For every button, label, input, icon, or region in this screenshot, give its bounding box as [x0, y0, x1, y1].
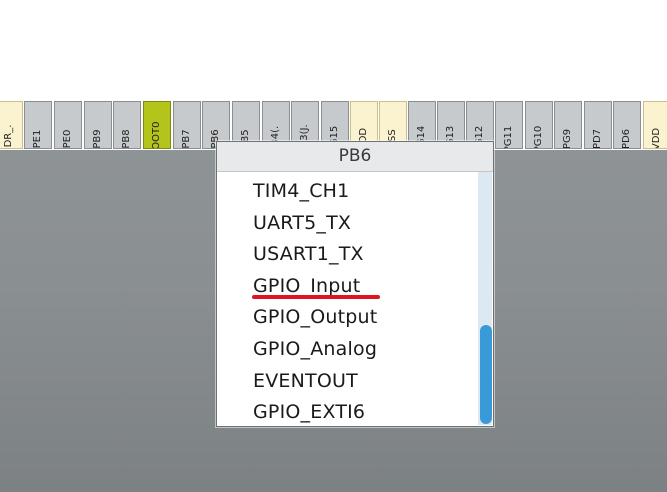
- highlight-underline: [252, 295, 380, 299]
- pin-label: PG9: [562, 128, 573, 149]
- function-item-gpio-analog[interactable]: GPIO_Analog: [253, 334, 377, 364]
- function-item-usart1-tx[interactable]: USART1_TX: [253, 239, 364, 269]
- pin-pg11[interactable]: PG11: [495, 101, 523, 149]
- pin-boot0[interactable]: BOOT0: [143, 101, 171, 149]
- pin-label: PB8: [121, 129, 132, 149]
- function-item-uart5-tx[interactable]: UART5_TX: [253, 208, 351, 238]
- function-item-eventout[interactable]: EVENTOUT: [253, 366, 358, 396]
- canvas-background: [0, 0, 667, 101]
- pin-pd6[interactable]: PD6: [613, 101, 641, 149]
- function-item-gpio-output[interactable]: GPIO_Output: [253, 302, 377, 332]
- function-item-tim4-ch1[interactable]: TIM4_CH1: [253, 176, 349, 206]
- pin-function-popup: PB6 TIM4_CH1 UART5_TX USART1_TX GPIO_Input G…: [216, 141, 494, 427]
- pin-label: PD7: [592, 128, 603, 149]
- pin-pg10[interactable]: PG10: [525, 101, 553, 149]
- pin-label: PE0: [62, 129, 73, 149]
- pin-pg9[interactable]: PG9: [554, 101, 582, 149]
- popup-scrollbar-thumb[interactable]: [480, 325, 492, 424]
- pin-label: PB9: [92, 129, 103, 149]
- pin-pb9[interactable]: PB9: [84, 101, 112, 149]
- pin-label: PE1: [32, 129, 43, 149]
- function-item-gpio-exti6[interactable]: GPIO_EXTI6: [253, 397, 365, 427]
- pin-label: VDD: [651, 127, 662, 149]
- pin-label: PB7: [181, 129, 192, 149]
- pin-pb7[interactable]: PB7: [173, 101, 201, 149]
- pin-vdd[interactable]: VDD: [643, 101, 667, 149]
- pin-label: PG10: [533, 125, 544, 149]
- pin-label: PDR_.: [3, 124, 14, 149]
- pin-pd7[interactable]: PD7: [584, 101, 612, 149]
- popup-title: PB6: [217, 142, 493, 172]
- pin-pb8[interactable]: PB8: [113, 101, 141, 149]
- pin-pe0[interactable]: PE0: [54, 101, 82, 149]
- pin-pe1[interactable]: PE1: [24, 101, 52, 149]
- pin-label: PD6: [621, 128, 632, 149]
- pin-function-list: TIM4_CH1 UART5_TX USART1_TX GPIO_Input GPIO_…: [217, 172, 479, 426]
- pin-pdr[interactable]: PDR_.: [0, 101, 23, 149]
- pin-label: PG11: [503, 125, 514, 149]
- pin-label: BOOT0: [151, 121, 162, 149]
